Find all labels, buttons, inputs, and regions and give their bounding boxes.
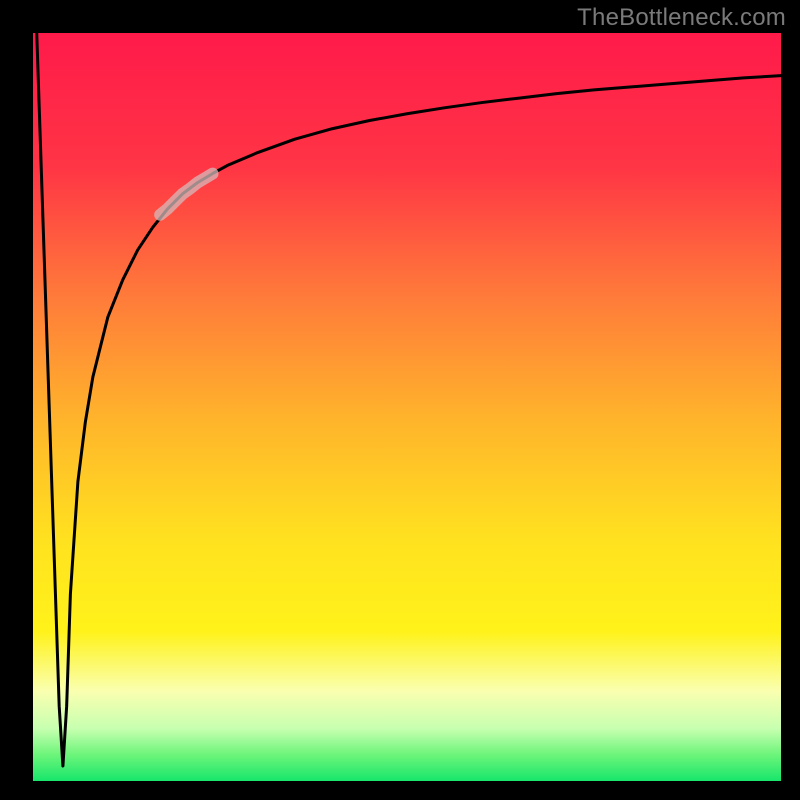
chart-frame: TheBottleneck.com	[0, 0, 800, 800]
bottleneck-chart	[0, 0, 800, 800]
plot-background	[33, 33, 781, 781]
